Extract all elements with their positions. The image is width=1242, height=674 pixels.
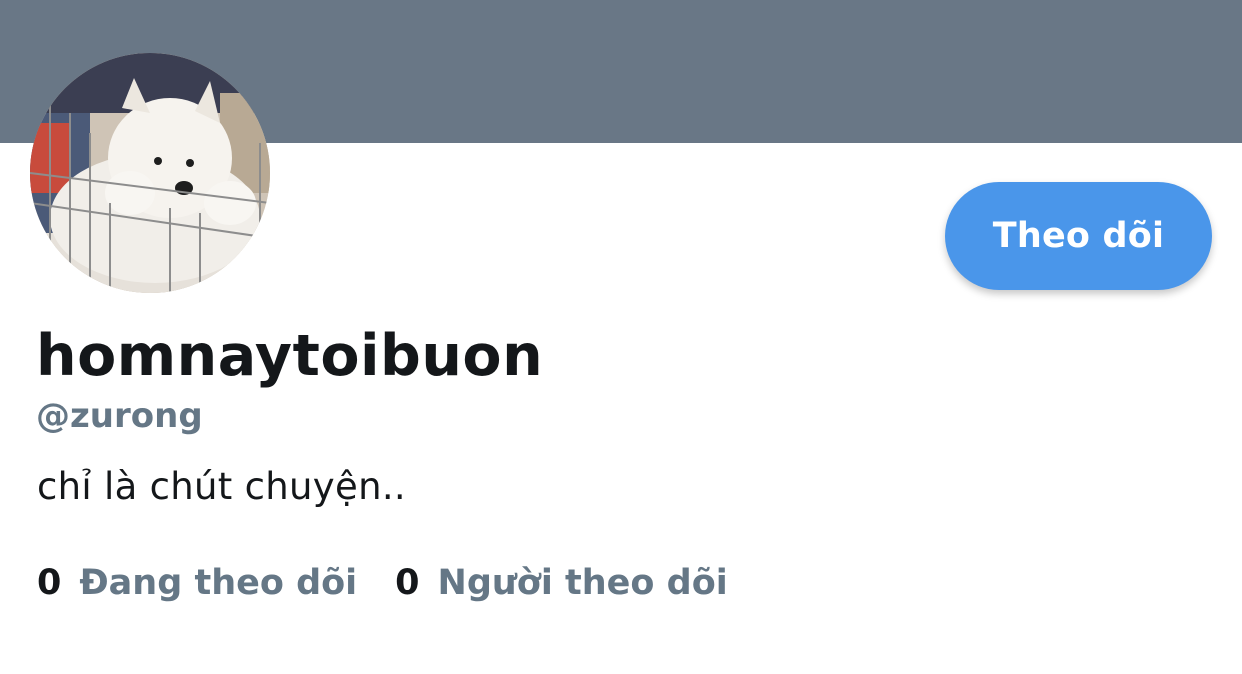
follow-button[interactable]: Theo dõi [945, 182, 1212, 290]
following-label: Đang theo dõi [79, 563, 358, 603]
following-count: 0 [37, 563, 62, 603]
display-name: homnaytoibuon [36, 323, 544, 389]
avatar[interactable] [30, 53, 270, 293]
profile-bio: chỉ là chút chuyện.. [37, 465, 406, 508]
following-stat[interactable]: 0 Đang theo dõi [37, 560, 357, 606]
user-handle: @zurong [36, 396, 203, 436]
followers-label: Người theo dõi [437, 563, 728, 603]
profile-page: Theo dõi homnaytoibuon @zurong chỉ là ch… [0, 0, 1242, 674]
profile-stats: 0 Đang theo dõi 0 Người theo dõi [37, 560, 728, 606]
followers-count: 0 [395, 563, 420, 603]
followers-stat[interactable]: 0 Người theo dõi [395, 560, 728, 606]
avatar-photo [30, 53, 270, 293]
